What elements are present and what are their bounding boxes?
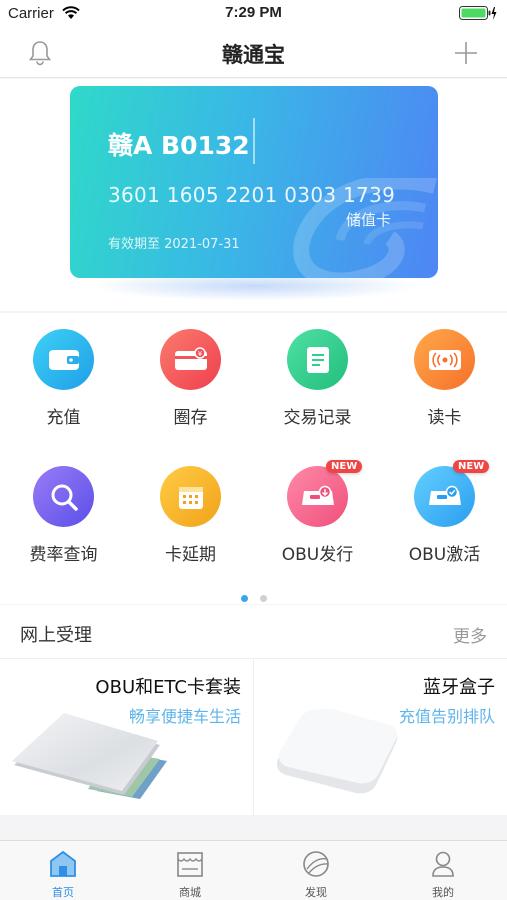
tab-bar: 首页 商城 发现 我的 xyxy=(0,840,507,900)
online-services-section: 网上受理 更多 OBU和ETC卡套装 畅享便捷车生活 蓝牙盒子 充值告别排队 xyxy=(0,605,507,815)
card-reader-icon xyxy=(414,329,475,390)
status-bar: Carrier 7:29 PM xyxy=(0,0,507,28)
grid-item-card-extend[interactable]: 卡延期 xyxy=(127,450,254,570)
page-dot-active[interactable] xyxy=(240,595,248,602)
product-subtitle: 充值告别排队 xyxy=(398,707,495,726)
grid-item-label: 充值 xyxy=(46,408,81,428)
page-dot[interactable] xyxy=(259,595,267,602)
page-indicator[interactable] xyxy=(0,587,507,606)
home-icon xyxy=(48,849,78,883)
page-title: 赣通宝 xyxy=(222,43,285,67)
etc-card-kit-image xyxy=(12,713,167,799)
grid-item-label: 卡延期 xyxy=(165,545,216,565)
product-title: OBU和ETC卡套装 xyxy=(95,677,241,698)
product-obu-etc-kit[interactable]: OBU和ETC卡套装 畅享便捷车生活 xyxy=(0,659,253,815)
function-grid: 充值 ¥ 圈存 交易记录 读卡 费率查询 卡延期 NEW OBU发行 NEW O… xyxy=(0,313,507,604)
wallet-icon xyxy=(33,329,94,390)
product-bluetooth-box[interactable]: 蓝牙盒子 充值告别排队 xyxy=(254,659,507,815)
section-title: 网上受理 xyxy=(20,625,92,646)
svg-text:¥: ¥ xyxy=(197,350,202,358)
obu-issue-icon xyxy=(287,466,348,527)
card-type: 储值卡 xyxy=(346,211,392,229)
etc-card[interactable]: 赣A B0132 3601 1605 2201 0303 1739 储值卡 有效… xyxy=(70,86,438,278)
grid-item-records[interactable]: 交易记录 xyxy=(254,313,381,433)
tab-label: 首页 xyxy=(52,886,74,899)
card-transfer-icon: ¥ xyxy=(160,329,221,390)
product-title: 蓝牙盒子 xyxy=(423,677,495,698)
plate-number: 赣A B0132 xyxy=(108,131,250,160)
card-section: 赣A B0132 3601 1605 2201 0303 1739 储值卡 有效… xyxy=(0,79,507,311)
new-badge: NEW xyxy=(326,460,363,473)
grid-item-label: 圈存 xyxy=(173,408,208,428)
grid-item-obu-issue[interactable]: NEW OBU发行 xyxy=(254,450,381,570)
add-icon[interactable] xyxy=(453,40,479,70)
grid-item-label: 读卡 xyxy=(427,408,462,428)
bluetooth-box-image xyxy=(277,709,398,794)
tab-profile[interactable]: 我的 xyxy=(380,841,506,900)
tab-store[interactable]: 商城 xyxy=(127,841,253,900)
grid-item-label: OBU发行 xyxy=(281,545,354,565)
tab-label: 我的 xyxy=(432,886,454,899)
card-expiry: 有效期至 2021-07-31 xyxy=(108,237,240,252)
section-header: 网上受理 更多 xyxy=(0,605,507,659)
battery-icon xyxy=(459,6,497,25)
discover-icon xyxy=(301,849,331,883)
tab-label: 发现 xyxy=(305,886,327,899)
tab-label: 商城 xyxy=(179,886,201,899)
tab-home[interactable]: 首页 xyxy=(0,841,126,900)
more-link[interactable]: 更多 xyxy=(453,622,487,647)
search-icon xyxy=(33,466,94,527)
grid-item-load[interactable]: ¥ 圈存 xyxy=(127,313,254,433)
profile-icon xyxy=(428,849,458,883)
grid-item-label: OBU激活 xyxy=(408,545,481,565)
grid-item-read-card[interactable]: 读卡 xyxy=(381,313,507,433)
grid-item-rate-query[interactable]: 费率查询 xyxy=(0,450,127,570)
obu-activate-icon xyxy=(414,466,475,527)
status-time: 7:29 PM xyxy=(225,4,282,21)
grid-item-obu-activate[interactable]: NEW OBU激活 xyxy=(381,450,507,570)
record-icon xyxy=(287,329,348,390)
nav-bar: 赣通宝 xyxy=(0,28,507,78)
calendar-icon xyxy=(160,466,221,527)
new-badge: NEW xyxy=(453,460,490,473)
store-icon xyxy=(175,849,205,883)
grid-item-recharge[interactable]: 充值 xyxy=(0,313,127,433)
grid-item-label: 交易记录 xyxy=(283,408,352,428)
card-divider xyxy=(253,118,255,164)
grid-item-label: 费率查询 xyxy=(29,545,98,565)
card-number: 3601 1605 2201 0303 1739 xyxy=(108,183,396,207)
tab-discover[interactable]: 发现 xyxy=(253,841,379,900)
